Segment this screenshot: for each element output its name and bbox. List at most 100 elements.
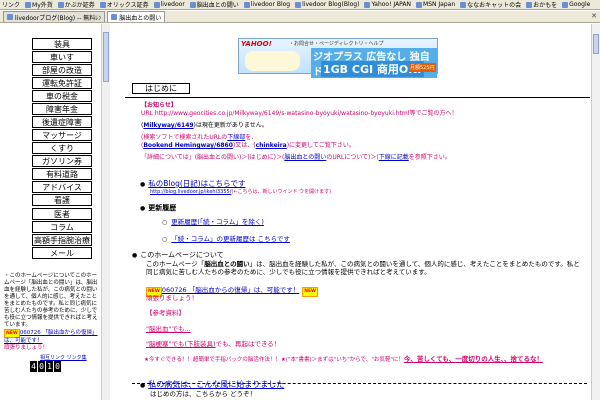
sidebar-menu-item[interactable]: 運転免許証 (32, 77, 92, 89)
sidebar-menu-item[interactable]: メール (32, 247, 92, 259)
bookmark-item[interactable]: Google (562, 1, 590, 8)
page-icon (416, 1, 423, 8)
bookmark-item[interactable]: かぶか証券 (57, 0, 95, 9)
new-badge: NEW (4, 329, 20, 338)
bookmark-item[interactable]: livedoor Blog(Blog) (295, 1, 359, 8)
bookmark-item[interactable]: 脳出血との闘い (189, 0, 239, 9)
sidebar-menu-item[interactable]: 車の税金 (32, 90, 92, 102)
about-section: このホームページについて (132, 251, 223, 260)
ad-banner[interactable]: YAHOO! ・お問合せ・ページディレクトリ・ヘルプ ジオプラス 広告なし 独自… (238, 38, 438, 78)
main-frame: YAHOO! ・お問合せ・ページディレクトリ・ヘルプ ジオプラス 広告なし 独自… (110, 24, 591, 400)
history-section: 更新履歴 (140, 204, 176, 213)
old-url-link[interactable]: http://www.geocities.co.jp/Milkyway/6149… (155, 110, 458, 117)
promo-line: ★今すぐできる！！超簡単で手指バックの脳活作法！！★("本"書書)＞まずは"いち… (144, 355, 543, 364)
section-heading: はじめに (132, 83, 190, 94)
milkyway-link[interactable]: Milkyway/6149 (143, 122, 193, 129)
details-link[interactable]: 脳出血との闘い (284, 154, 326, 161)
bookend-link[interactable]: Bookend Hemingway/6860 (143, 142, 233, 149)
scrollbar-thumb[interactable] (103, 32, 109, 82)
bookmark-label: かぶか証券 (64, 2, 95, 9)
history-item: 更新履歴(「続・コラム」を除く) (162, 218, 264, 227)
tab-label: livedoorブログ(Blog) -- 無料ﾚﾝ (15, 14, 102, 22)
page-icon (57, 1, 64, 8)
underline-link[interactable]: 下線に記載 (379, 154, 409, 161)
column-history-link[interactable]: 「続・コラム」の更新履歴は こちらです (171, 235, 290, 243)
tab-bar: livedoorブログ(Blog) -- 無料ﾚﾝ 脳出血との闘い ✕ (0, 11, 600, 23)
sidebar-menu-item[interactable]: マッサージ (32, 129, 92, 141)
bookmark-item[interactable]: Yahoo! JAPAN (364, 1, 411, 8)
bookmark-label: おかもを (533, 2, 558, 9)
bookmark-item[interactable]: おかもを (526, 0, 557, 9)
sidebar-menu-item[interactable]: 障害年金 (32, 103, 92, 115)
ad-brand: YAHOO! (241, 40, 272, 48)
bookmark-item[interactable]: ななおキャットの会 (460, 0, 521, 9)
illness-section: 私の病気は、こんな風に始まりました (140, 380, 284, 390)
bookmark-label: Yahoo! JAPAN (371, 1, 412, 8)
bookmark-label: livedoor Blog(Blog) (302, 1, 360, 8)
history-item: 「続・コラム」の更新履歴は こちらです (162, 235, 290, 244)
sidebar-scrollbar[interactable] (101, 24, 110, 400)
notice-text: は現在更新がありません。 (195, 122, 268, 129)
blog-url-link[interactable]: http://blog.livedoor.jp/ikehi3355/ (150, 189, 231, 195)
recovery-link[interactable]: 060726 「脳出血からの復帰」は、可能です！ (162, 286, 299, 294)
sidebar-menu-item[interactable]: くすり (32, 142, 92, 154)
bookmark-label: livedoor (160, 1, 185, 8)
page-icon (153, 1, 160, 8)
sidebar-menu-item[interactable]: 高額手指腕治療 (32, 234, 92, 246)
blog-note: (←こちらは、新しいウインド ウを開けます) (231, 189, 332, 195)
history-link[interactable]: 更新履歴(「続・コラム」を除く) (171, 218, 264, 226)
bookmark-item[interactable]: My外貨 (25, 0, 53, 9)
bookmark-label: My外貨 (32, 2, 53, 9)
sidebar-links[interactable]: 相互リンク リンク集 (40, 354, 87, 361)
sidebar-menu-item[interactable]: 装具 (32, 38, 92, 50)
page-icon (99, 1, 106, 8)
notice-text: を、 (245, 134, 258, 141)
cheer-text: 頑張りましょう！ (146, 294, 198, 302)
access-counter: 4010 (30, 361, 61, 372)
page-icon (295, 1, 302, 8)
promo-text: ★今すぐできる！！超簡単で手指バックの脳活作法！！★("本"書書)＞まずは"いち… (144, 357, 404, 363)
counter-digit: 0 (54, 361, 61, 372)
sidebar-menu-item[interactable]: 医者 (32, 208, 92, 220)
sidebar-menu-item[interactable]: アドバイス (32, 181, 92, 193)
bookmark-item[interactable]: livedoor (153, 1, 185, 8)
counter-digit: 1 (46, 361, 53, 372)
sidebar-menu-item[interactable]: 看護 (32, 194, 92, 206)
reference-text: でも、再起はできる！ (215, 340, 281, 348)
page-icon (526, 1, 533, 8)
underline-link[interactable]: 下線部 (227, 134, 245, 141)
notice-block: 【お知らせ】 URL http://www.geocities.co.jp/Mi… (141, 102, 581, 162)
about-text: このホームページ「脳出血との闘い」は、脳出血を経験した私が、この病気との闘いを通… (146, 260, 584, 276)
blog-link[interactable]: 私のBlog(日記)はこちらです (148, 179, 245, 188)
page-icon (189, 1, 196, 8)
page-icon (460, 1, 467, 8)
bookmark-links[interactable]: リンク (2, 0, 20, 9)
bookmark-item[interactable]: MSN Japan (416, 1, 455, 8)
tab-current[interactable]: 脳出血との闘い (107, 11, 166, 22)
sidebar-menu-item[interactable]: コラム (32, 221, 92, 233)
bookmark-item[interactable]: オリックス証券 (99, 0, 149, 9)
sidebar-menu-item[interactable]: 車いす (32, 51, 92, 63)
reference-link[interactable]: "脳出血"でも... (146, 325, 191, 333)
page-icon (562, 1, 569, 8)
reference-link[interactable]: "脳梗塞"でも(下肢装具) (146, 340, 216, 348)
promo-link[interactable]: 今、苦しくても、一度切りの人生、、捨てるな！ (404, 355, 543, 363)
new-badge: NEW (302, 287, 319, 297)
sidebar-menu-item[interactable]: 部屋の改造 (32, 64, 92, 76)
sidebar-menu-item[interactable]: 有料道路 (32, 168, 92, 180)
bookmark-label: livedoor Blog (250, 1, 291, 8)
history-title: 更新履歴 (148, 204, 177, 212)
sidebar-menu-item[interactable]: 後遺症障害 (32, 116, 92, 128)
close-tab-icon[interactable]: ✕ (591, 12, 597, 20)
chinkeira-link[interactable]: chinkeira (256, 142, 287, 149)
bookmark-item[interactable]: livedoor Blog (243, 1, 291, 8)
sidebar-note: ・このホームページについてこのホームページ「脳出血との闘い」は、脳出血を経験した… (4, 273, 100, 352)
main-scrollbar[interactable] (591, 24, 600, 400)
illness-link[interactable]: 私の病気は、こんな風に始まりました (148, 380, 284, 389)
tab-livedoor[interactable]: livedoorブログ(Blog) -- 無料ﾚﾝ (3, 11, 106, 22)
sidebar-menu-item[interactable]: ガソリン券 (32, 155, 92, 167)
bookmark-label: リンク (2, 2, 21, 9)
counter-digit: 0 (38, 361, 45, 372)
scrollbar-thumb[interactable] (593, 34, 599, 54)
bookmark-label: ななおキャットの会 (467, 2, 522, 9)
